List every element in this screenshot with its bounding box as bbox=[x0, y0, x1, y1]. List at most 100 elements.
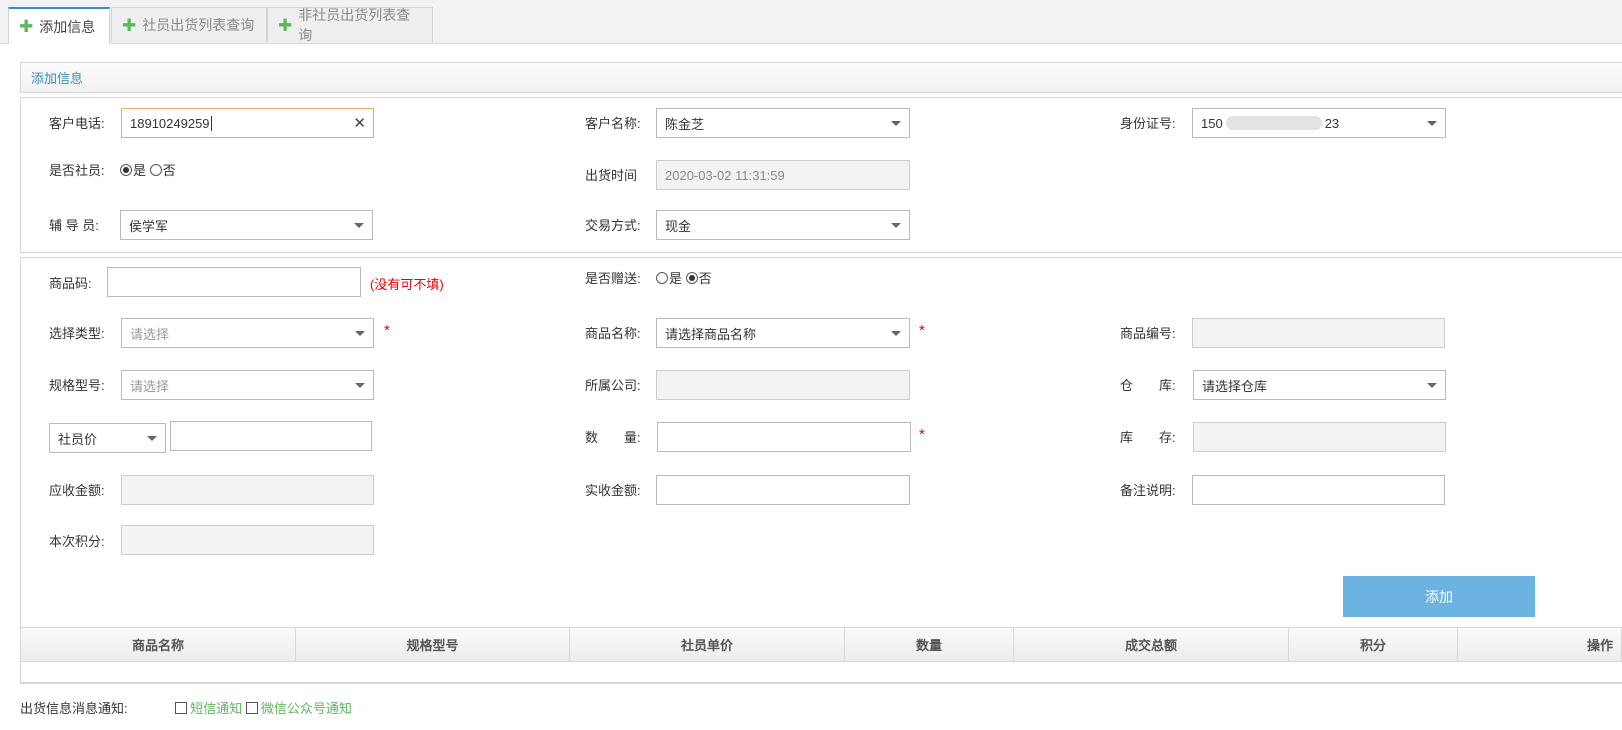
id-suffix: 23 bbox=[1324, 115, 1340, 131]
chevron-down-icon bbox=[891, 121, 901, 126]
chevron-down-icon bbox=[1427, 121, 1437, 126]
chevron-down-icon bbox=[1427, 383, 1437, 388]
plus-icon: ✚ bbox=[122, 15, 137, 35]
tab-add-info[interactable]: ✚ 添加信息 bbox=[8, 7, 110, 44]
panel-title-text: 添加信息 bbox=[31, 71, 84, 86]
stock-label: 库 存: bbox=[1120, 430, 1176, 445]
member-no-label: 否 bbox=[162, 163, 176, 178]
column-header-points: 积分 bbox=[1288, 627, 1458, 662]
chevron-down-icon bbox=[891, 331, 901, 336]
points-field bbox=[121, 525, 374, 555]
received-label: 实收金额: bbox=[585, 483, 641, 498]
plus-icon: ✚ bbox=[19, 17, 34, 36]
member-yes-label: 是 bbox=[133, 163, 147, 178]
chevron-down-icon bbox=[354, 223, 364, 228]
column-header-product-name: 商品名称 bbox=[20, 627, 296, 662]
spec-label: 规格型号: bbox=[49, 378, 105, 393]
product-number-label: 商品编号: bbox=[1120, 326, 1176, 341]
phone-label: 客户电话: bbox=[49, 116, 105, 131]
price-input[interactable] bbox=[170, 421, 372, 451]
column-header-spec: 规格型号 bbox=[295, 627, 570, 662]
notify-wechat-option[interactable]: 微信公众号通知 bbox=[245, 701, 352, 716]
member-label: 是否社员: bbox=[49, 163, 105, 178]
id-label: 身份证号: bbox=[1120, 116, 1176, 131]
payment-select[interactable]: 现金 bbox=[656, 210, 910, 240]
required-mark: * bbox=[384, 322, 390, 339]
column-header-total: 成交总额 bbox=[1013, 627, 1289, 662]
phone-value: 18910249259 bbox=[130, 115, 210, 131]
required-mark: * bbox=[919, 426, 925, 443]
product-name-select[interactable]: 请选择商品名称 bbox=[656, 318, 910, 348]
phone-input[interactable]: 18910249259 ✕ bbox=[121, 108, 374, 138]
chevron-down-icon bbox=[147, 436, 157, 441]
gift-yes-label: 是 bbox=[669, 271, 683, 286]
product-number-field bbox=[1192, 318, 1445, 348]
column-header-quantity: 数量 bbox=[844, 627, 1014, 662]
remark-label: 备注说明: bbox=[1120, 483, 1176, 498]
chevron-down-icon bbox=[355, 383, 365, 388]
member-radio-group: 是 否 bbox=[120, 163, 176, 179]
product-code-input[interactable] bbox=[107, 267, 361, 297]
sms-checkbox[interactable] bbox=[175, 702, 188, 714]
gift-no-label: 否 bbox=[698, 271, 712, 286]
clear-icon[interactable]: ✕ bbox=[353, 114, 366, 132]
wechat-checkbox[interactable] bbox=[245, 702, 258, 714]
tab-label: 非社员出货列表查询 bbox=[298, 7, 411, 43]
quantity-label: 数 量: bbox=[585, 430, 641, 445]
member-yes-radio[interactable] bbox=[120, 164, 132, 176]
customer-name-value: 陈金芝 bbox=[665, 116, 705, 132]
company-label: 所属公司: bbox=[585, 378, 641, 393]
advisor-select[interactable]: 侯学军 bbox=[120, 210, 373, 240]
required-mark: * bbox=[919, 322, 925, 339]
remark-input[interactable] bbox=[1192, 475, 1445, 505]
tab-nonmember-list[interactable]: ✚ 非社员出货列表查询 bbox=[267, 7, 433, 43]
advisor-value: 侯学军 bbox=[129, 218, 169, 234]
id-select[interactable]: 150 23 bbox=[1192, 108, 1446, 138]
points-label: 本次积分: bbox=[49, 534, 105, 549]
receivable-field bbox=[121, 475, 374, 505]
type-select[interactable]: 请选择 bbox=[121, 318, 374, 348]
ship-time-value: 2020-03-02 11:31:59 bbox=[665, 167, 785, 183]
product-code-hint: (没有可不填) bbox=[370, 277, 444, 292]
product-name-label: 商品名称: bbox=[585, 326, 641, 341]
warehouse-label: 仓 库: bbox=[1120, 378, 1176, 393]
customer-name-label: 客户名称: bbox=[585, 116, 641, 131]
stock-field bbox=[1193, 422, 1446, 452]
chevron-down-icon bbox=[891, 223, 901, 228]
wechat-label: 微信公众号通知 bbox=[260, 701, 352, 716]
notify-row: 出货信息消息通知: 短信通知 微信公众号通知 bbox=[20, 698, 352, 717]
column-header-member-price: 社员单价 bbox=[569, 627, 845, 662]
ship-time-label: 出货时间 bbox=[585, 168, 638, 183]
customer-name-select[interactable]: 陈金芝 bbox=[656, 108, 910, 138]
panel-title: 添加信息 bbox=[20, 62, 1622, 93]
payment-label: 交易方式: bbox=[585, 218, 641, 233]
member-no-radio[interactable] bbox=[149, 164, 162, 176]
quantity-input[interactable] bbox=[657, 422, 911, 452]
sms-label: 短信通知 bbox=[190, 701, 243, 716]
type-placeholder: 请选择 bbox=[130, 326, 170, 342]
add-button[interactable]: 添加 bbox=[1343, 576, 1535, 617]
gift-no-radio[interactable] bbox=[685, 272, 698, 284]
gift-yes-radio[interactable] bbox=[656, 272, 668, 284]
id-prefix: 150 bbox=[1201, 115, 1223, 131]
column-header-actions: 操作 bbox=[1457, 627, 1622, 662]
tab-label: 社员出货列表查询 bbox=[142, 17, 255, 33]
plus-icon: ✚ bbox=[278, 15, 293, 35]
advisor-label: 辅 导 员: bbox=[49, 218, 99, 233]
notify-sms-option[interactable]: 短信通知 bbox=[175, 701, 242, 716]
chevron-down-icon bbox=[355, 331, 365, 336]
type-label: 选择类型: bbox=[49, 326, 105, 341]
gift-radio-group: 是 否 bbox=[656, 271, 712, 287]
tab-member-list[interactable]: ✚ 社员出货列表查询 bbox=[111, 7, 267, 42]
spec-select[interactable]: 请选择 bbox=[121, 370, 374, 400]
ship-time-field: 2020-03-02 11:31:59 bbox=[656, 160, 910, 190]
id-redaction bbox=[1225, 116, 1322, 130]
company-field bbox=[656, 370, 910, 400]
table-body bbox=[20, 662, 1622, 683]
warehouse-placeholder: 请选择仓库 bbox=[1202, 378, 1268, 394]
notify-label: 出货信息消息通知: bbox=[20, 701, 128, 716]
warehouse-select[interactable]: 请选择仓库 bbox=[1193, 370, 1446, 400]
tab-label: 添加信息 bbox=[39, 18, 96, 35]
price-type-select[interactable]: 社员价 bbox=[49, 423, 166, 453]
received-input[interactable] bbox=[656, 475, 910, 505]
